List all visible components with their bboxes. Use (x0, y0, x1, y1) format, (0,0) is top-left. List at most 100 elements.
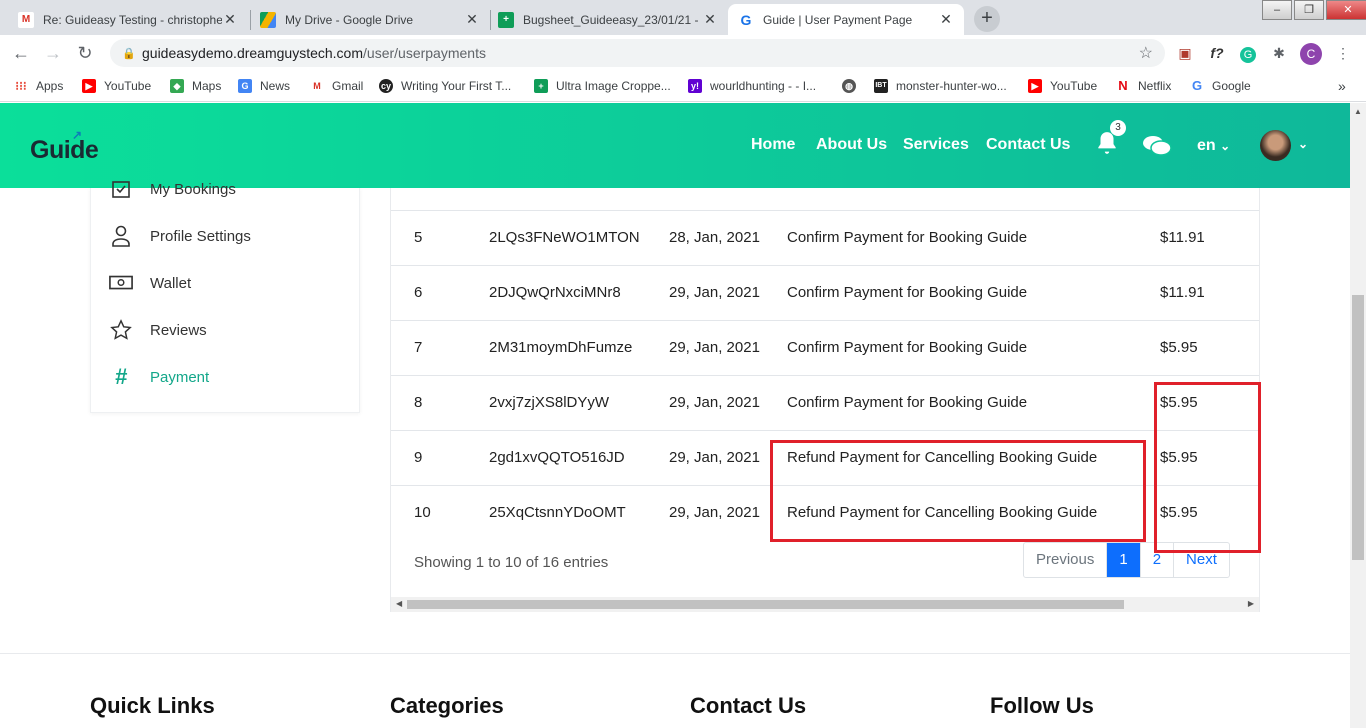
close-tab-icon[interactable]: ✕ (464, 11, 480, 28)
bookmark-globe[interactable]: ◍ (842, 77, 864, 95)
reload-icon[interactable]: ↻ (74, 42, 96, 64)
bookmark-netflix[interactable]: N Netflix (1116, 77, 1171, 95)
cell-amount: $11.91 (1160, 229, 1205, 246)
new-tab-button[interactable]: + (974, 6, 1000, 32)
profile-avatar[interactable]: C (1300, 42, 1322, 65)
tab-title: Bugsheet_Guideeasy_23/01/21 - (523, 12, 699, 27)
bookmarks-overflow-icon[interactable]: » (1338, 77, 1346, 95)
cell-date: 29, Jan, 2021 (669, 394, 760, 411)
table-row-partial (391, 188, 1259, 211)
bookmark-news[interactable]: G News (238, 77, 290, 95)
logo-arrow-icon: ↗ (72, 128, 82, 142)
user-avatar[interactable] (1260, 130, 1291, 161)
close-tab-icon[interactable]: ✕ (938, 11, 954, 28)
chat-bubbles-icon[interactable] (1142, 133, 1172, 159)
sidebar-item-wallet[interactable]: Wallet (109, 271, 191, 295)
tab-gmail[interactable]: M Re: Guideasy Testing - christophe ✕ (8, 4, 248, 35)
close-tab-icon[interactable]: ✕ (222, 11, 238, 28)
cell-date: 29, Jan, 2021 (669, 339, 760, 356)
cell-date: 29, Jan, 2021 (669, 504, 760, 521)
table-row[interactable]: 8 2vxj7zjXS8lDYyW 29, Jan, 2021 Confirm … (391, 376, 1259, 431)
scrollbar-thumb[interactable] (1352, 295, 1364, 560)
bookmark-label: YouTube (1050, 79, 1098, 93)
bookmark-label: Maps (192, 79, 222, 93)
url-text: guideasydemo.dreamguystech.com/user/user… (142, 45, 486, 61)
bookmarks-bar: ⁝⁝⁝ Apps ▶ YouTube ◆ Maps G News M Gmail cy Wr… (0, 70, 1366, 102)
back-arrow-icon[interactable]: ← (10, 42, 32, 64)
grammarly-icon[interactable]: G (1237, 42, 1259, 64)
address-bar[interactable]: 🔒 guideasydemo.dreamguystech.com/user/us… (110, 39, 1165, 67)
tab-bugsheet[interactable]: + Bugsheet_Guideeasy_23/01/21 - ✕ (488, 4, 728, 35)
nav-contact-us[interactable]: Contact Us (986, 136, 1070, 154)
sheets-icon: + (498, 11, 514, 28)
table-row[interactable]: 7 2M31moymDhFumze 29, Jan, 2021 Confirm … (391, 321, 1259, 376)
forward-arrow-icon[interactable]: → (42, 42, 64, 64)
bookmark-wourldhunting[interactable]: y! wourldhunting - - I... (688, 77, 816, 95)
cell-date: 28, Jan, 2021 (669, 229, 760, 246)
tab-drive[interactable]: My Drive - Google Drive ✕ (250, 4, 490, 35)
nav-services[interactable]: Services (903, 136, 969, 154)
user-icon (109, 224, 133, 248)
scroll-right-icon[interactable]: ▶ (1248, 599, 1254, 608)
pagination-previous[interactable]: Previous (1024, 543, 1108, 577)
chevron-down-icon[interactable]: ⌄ (1298, 137, 1308, 151)
close-tab-icon[interactable]: ✕ (702, 11, 718, 28)
url-domain: guideasydemo.dreamguystech.com (142, 45, 364, 61)
maximize-icon[interactable]: ❐ (1294, 0, 1324, 20)
bookmark-writing[interactable]: cy Writing Your First T... (379, 77, 511, 95)
cell-transaction-id: 2vxj7zjXS8lDYyW (489, 394, 610, 411)
sheets-icon: + (534, 79, 548, 93)
nav-home[interactable]: Home (751, 136, 795, 154)
nav-about-us[interactable]: About Us (816, 136, 887, 154)
tab-guide-payment[interactable]: G Guide | User Payment Page ✕ (728, 4, 964, 35)
logo-text: Guide (30, 136, 99, 164)
extensions-puzzle-icon[interactable]: ✱ (1268, 42, 1290, 64)
bookmark-maps[interactable]: ◆ Maps (170, 77, 221, 95)
tab-title: Guide | User Payment Page (763, 12, 913, 27)
cell-no: 7 (414, 339, 423, 356)
bookmark-ultra-image[interactable]: + Ultra Image Croppe... (534, 77, 671, 95)
bookmark-apps[interactable]: ⁝⁝⁝ Apps (14, 77, 63, 95)
table-row[interactable]: 5 2LQs3FNeWO1MTON 28, Jan, 2021 Confirm … (391, 211, 1259, 266)
close-window-icon[interactable]: ✕ (1326, 0, 1366, 20)
browser-toolbar: ← → ↻ 🔒 guideasydemo.dreamguystech.com/u… (0, 35, 1366, 70)
scrollbar-thumb[interactable] (407, 600, 1124, 609)
table-horizontal-scrollbar[interactable]: ◀ ▶ (391, 597, 1259, 612)
cell-amount: $5.95 (1160, 339, 1198, 356)
wallet-icon (109, 271, 133, 295)
table-row[interactable]: 6 2DJQwQrNxciMNr8 29, Jan, 2021 Confirm … (391, 266, 1259, 321)
sidebar-item-profile-settings[interactable]: Profile Settings (109, 224, 251, 248)
bookmark-google[interactable]: G Google (1190, 77, 1251, 95)
bookmark-label: wourldhunting - - I... (710, 79, 817, 93)
scroll-left-icon[interactable]: ◀ (396, 599, 402, 608)
ibt-icon: IBT (874, 79, 888, 93)
extension-icon[interactable]: ▣ (1174, 42, 1196, 64)
minimize-icon[interactable]: – (1262, 0, 1292, 20)
guide-icon: G (738, 11, 754, 28)
cell-no: 9 (414, 449, 423, 466)
scroll-up-icon[interactable]: ▲ (1354, 107, 1362, 116)
site-logo[interactable]: Guide ↗ (30, 128, 99, 165)
sidebar-item-my-bookings[interactable]: My Bookings (109, 177, 236, 201)
menu-kebab-icon[interactable]: ⋮ (1332, 42, 1354, 64)
font-extension-icon[interactable]: f? (1206, 42, 1228, 64)
language-selector[interactable]: en ⌄ (1197, 137, 1230, 155)
bookmark-youtube-2[interactable]: ▶ YouTube (1028, 77, 1097, 95)
bookmark-label: Ultra Image Croppe... (556, 79, 671, 93)
highlight-box-refund-descriptions (770, 440, 1146, 542)
profile-initial: C (1300, 43, 1322, 65)
bookmark-star-icon[interactable]: ☆ (1139, 43, 1153, 63)
sidebar-item-reviews[interactable]: Reviews (109, 318, 207, 342)
bookmark-label: YouTube (104, 79, 152, 93)
cell-description: Confirm Payment for Booking Guide (787, 339, 1028, 356)
sidebar-item-payment[interactable]: # Payment (109, 364, 209, 389)
footer-heading-contact-us: Contact Us (690, 693, 807, 718)
bookmark-youtube[interactable]: ▶ YouTube (82, 77, 151, 95)
bookmark-monster-hunter[interactable]: IBT monster-hunter-wo... (874, 77, 1007, 95)
bookmark-gmail[interactable]: M Gmail (310, 77, 363, 95)
pagination-page-1[interactable]: 1 (1107, 543, 1141, 577)
youtube-icon: ▶ (82, 79, 96, 93)
account-sidebar: My Bookings Profile Settings Wallet Revi… (90, 181, 360, 413)
bookmark-label: News (260, 79, 291, 93)
page-scrollbar[interactable]: ▲ (1350, 103, 1366, 728)
